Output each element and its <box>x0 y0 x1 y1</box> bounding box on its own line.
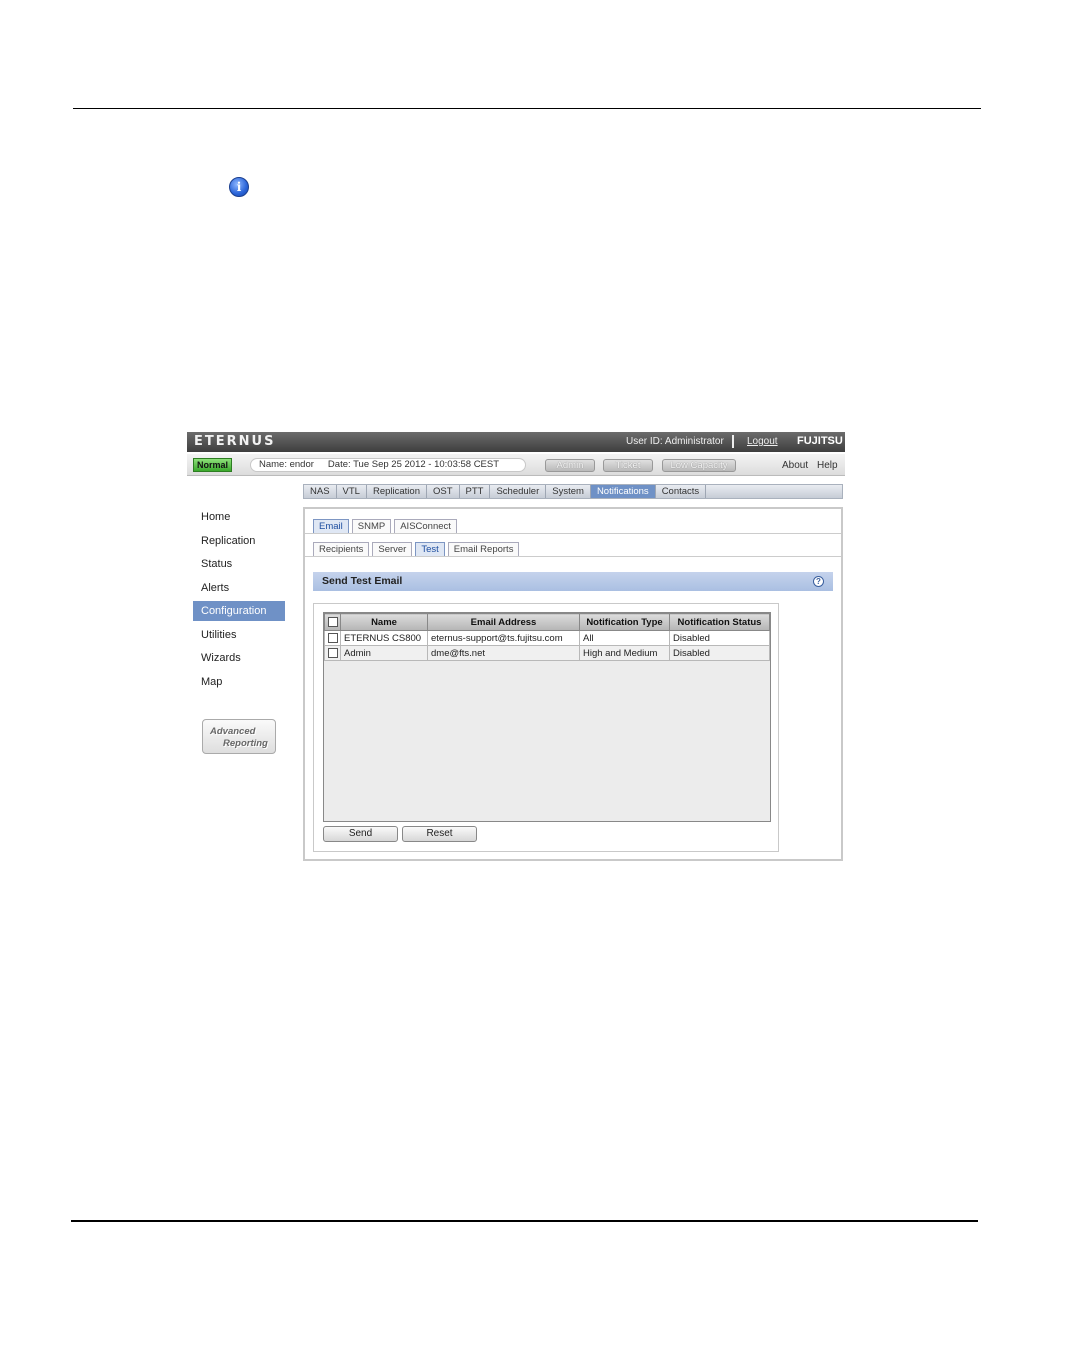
low-capacity-button[interactable]: Low Capacity <box>662 459 736 472</box>
brand-logo: ETERNUS <box>194 434 276 449</box>
row-checkbox-cell <box>324 645 341 661</box>
tab-replication[interactable]: Replication <box>367 485 427 498</box>
recipients-table: Name Email Address Notification Type Not… <box>324 613 770 661</box>
system-date: Date: Tue Sep 25 2012 - 10:03:58 CEST <box>327 459 500 470</box>
title-bar: ETERNUS User ID: Administrator Logout FU… <box>187 432 845 452</box>
vendor-logo: FUJITSU <box>797 435 843 447</box>
cell-email: dme@fts.net <box>427 645 580 661</box>
tab-email[interactable]: Email <box>313 519 349 533</box>
cell-name: ETERNUS CS800 <box>340 630 428 646</box>
tab-vtl[interactable]: VTL <box>337 485 367 498</box>
cell-name: Admin <box>340 645 428 661</box>
tab-aisconnect[interactable]: AISConnect <box>394 519 457 533</box>
status-badge: Normal <box>193 458 233 472</box>
logout-link[interactable]: Logout <box>747 436 778 447</box>
column-header-email[interactable]: Email Address <box>427 613 580 631</box>
ticket-button[interactable]: Ticket <box>603 459 653 472</box>
page-bottom-rule <box>71 1220 978 1222</box>
select-all-checkbox[interactable] <box>327 616 338 627</box>
tab-ptt[interactable]: PTT <box>460 485 491 498</box>
cell-status: Disabled <box>669 645 770 661</box>
system-name: Name: endor <box>259 459 314 470</box>
sidebar-item-map[interactable]: Map <box>193 672 285 692</box>
divider <box>305 533 841 534</box>
tab-recipients[interactable]: Recipients <box>313 542 370 556</box>
status-bar: Normal Name: endor Date: Tue Sep 25 2012 … <box>187 454 845 476</box>
user-id: User ID: Administrator <box>626 436 724 447</box>
tab-email-reports[interactable]: Email Reports <box>447 542 520 556</box>
cell-type: High and Medium <box>579 645 670 661</box>
sidebar-item-status[interactable]: Status <box>193 554 285 574</box>
sidebar-item-configuration[interactable]: Configuration <box>193 601 285 621</box>
about-link[interactable]: About <box>782 460 808 471</box>
app-screenshot: ETERNUS User ID: Administrator Logout FU… <box>187 432 845 862</box>
tab-server[interactable]: Server <box>372 542 413 556</box>
system-info: Name: endor Date: Tue Sep 25 2012 - 10:03… <box>250 458 526 472</box>
tab-test[interactable]: Test <box>415 542 445 556</box>
tab-ost[interactable]: OST <box>427 485 460 498</box>
column-header-status[interactable]: Notification Status <box>669 613 770 631</box>
row-checkbox[interactable] <box>327 647 338 658</box>
column-header-type[interactable]: Notification Type <box>579 613 670 631</box>
help-link[interactable]: Help <box>817 460 838 471</box>
admin-button[interactable]: Admin <box>545 459 595 472</box>
section-title: Send Test Email <box>322 575 403 587</box>
tab-snmp[interactable]: SNMP <box>351 519 392 533</box>
sidebar-item-alerts[interactable]: Alerts <box>193 578 285 598</box>
divider <box>732 435 734 448</box>
tab-scheduler[interactable]: Scheduler <box>490 485 547 498</box>
row-checkbox[interactable] <box>327 632 338 643</box>
tab-system[interactable]: System <box>546 485 591 498</box>
send-button[interactable]: Send <box>323 826 398 842</box>
section-header: Send Test Email ? <box>313 572 833 591</box>
cell-status: Disabled <box>669 630 770 646</box>
advanced-label: Advanced <box>210 726 256 737</box>
advanced-reporting-button[interactable]: Advanced Reporting <box>202 719 276 754</box>
help-icon[interactable]: ? <box>813 576 824 587</box>
cell-type: All <box>579 630 670 646</box>
recipients-grid: Name Email Address Notification Type Not… <box>323 612 771 822</box>
tab-nas[interactable]: NAS <box>304 485 337 498</box>
tab-contacts[interactable]: Contacts <box>656 485 707 498</box>
page-top-rule <box>73 108 981 109</box>
info-icon: i <box>229 177 249 197</box>
side-nav: Home Replication Status Alerts Configura… <box>193 507 285 695</box>
notification-tabs: Email SNMP AISConnect <box>313 519 457 533</box>
top-nav: NAS VTL Replication OST PTT Scheduler Sy… <box>303 484 843 499</box>
sidebar-item-wizards[interactable]: Wizards <box>193 648 285 668</box>
tab-notifications[interactable]: Notifications <box>590 485 656 498</box>
sidebar-item-replication[interactable]: Replication <box>193 531 285 551</box>
cell-email: eternus-support@ts.fujitsu.com <box>427 630 580 646</box>
table-row[interactable]: Admin dme@fts.net High and Medium Disabl… <box>324 645 770 661</box>
main-content: Email SNMP AISConnect Recipients Server … <box>303 507 843 861</box>
sidebar-item-utilities[interactable]: Utilities <box>193 625 285 645</box>
test-email-panel: Name Email Address Notification Type Not… <box>313 603 779 852</box>
table-row[interactable]: ETERNUS CS800 eternus-support@ts.fujitsu… <box>324 630 770 646</box>
reporting-label: Reporting <box>223 738 268 749</box>
sidebar-item-home[interactable]: Home <box>193 507 285 527</box>
row-checkbox-cell <box>324 630 341 646</box>
reset-button[interactable]: Reset <box>402 826 477 842</box>
column-header-name[interactable]: Name <box>340 613 428 631</box>
select-all-header <box>324 613 341 631</box>
email-subtabs: Recipients Server Test Email Reports <box>313 542 520 556</box>
divider <box>305 556 841 557</box>
